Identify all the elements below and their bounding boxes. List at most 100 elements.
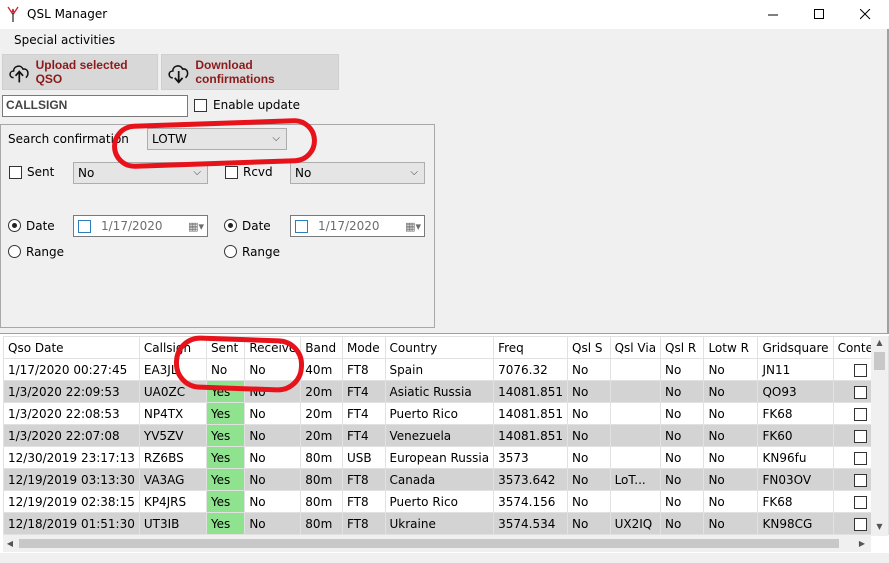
table-cell[interactable]: 80m <box>300 446 343 469</box>
table-cell[interactable] <box>609 380 662 403</box>
upload-selected-qso-button[interactable]: Upload selected QSO <box>2 54 158 90</box>
table-cell[interactable]: FK68 <box>757 490 834 513</box>
table-cell[interactable]: No <box>567 446 611 469</box>
table-cell[interactable]: KN98CG <box>757 512 834 535</box>
table-cell[interactable]: 3573 <box>493 446 568 469</box>
rcvd-select[interactable]: No ⌵ <box>290 162 425 184</box>
table-cell[interactable]: KP4JRS <box>138 490 207 513</box>
contest-checkbox[interactable] <box>854 429 868 443</box>
callsign-input[interactable]: CALLSIGN <box>2 95 188 117</box>
table-cell[interactable]: No <box>567 468 611 491</box>
table-cell[interactable]: Ukraine <box>384 512 495 535</box>
scrollbar-thumb[interactable] <box>874 352 885 370</box>
table-cell[interactable]: YV5ZV <box>138 424 207 447</box>
table-cell[interactable]: FT8 <box>341 512 386 535</box>
table-cell[interactable]: No <box>703 512 759 535</box>
table-cell[interactable]: 20m <box>300 380 343 403</box>
enable-update-checkbox[interactable] <box>194 99 207 112</box>
table-cell[interactable]: 80m <box>300 468 343 491</box>
table-cell[interactable]: 14081.851 <box>493 380 568 403</box>
column-header[interactable]: Mode <box>341 336 386 359</box>
table-row[interactable]: 12/30/2019 23:17:13 RZ6BS Yes No 80m USB Europ… <box>3 446 889 469</box>
table-cell[interactable]: FT8 <box>341 490 386 513</box>
scroll-right-icon[interactable]: ▶ <box>855 535 869 552</box>
table-cell[interactable]: No <box>567 358 611 381</box>
table-cell[interactable]: No <box>660 402 705 425</box>
table-cell[interactable]: No <box>244 490 302 513</box>
column-header[interactable]: Country <box>384 336 495 359</box>
table-cell[interactable]: UX2IQ <box>609 512 662 535</box>
table-cell[interactable]: No <box>703 380 759 403</box>
table-cell[interactable]: FT4 <box>341 402 386 425</box>
table-cell[interactable]: 12/19/2019 02:38:15 <box>3 490 140 513</box>
table-row[interactable]: 1/3/2020 22:08:53 NP4TX Yes No 20m FT4 Puerto … <box>3 402 889 425</box>
table-cell[interactable]: Spain <box>384 358 495 381</box>
table-cell[interactable] <box>609 424 662 447</box>
table-row[interactable]: 1/3/2020 22:07:08 YV5ZV Yes No 20m FT4 Venezue… <box>3 424 889 447</box>
minimize-button[interactable] <box>750 0 796 29</box>
contest-checkbox[interactable] <box>854 517 868 531</box>
table-cell[interactable]: No <box>244 402 302 425</box>
table-cell[interactable]: FT8 <box>341 468 386 491</box>
table-cell[interactable]: 1/3/2020 22:08:53 <box>3 402 140 425</box>
table-cell[interactable]: 3573.642 <box>493 468 568 491</box>
vertical-scrollbar[interactable]: ▲ ▼ <box>871 336 888 536</box>
contest-checkbox[interactable] <box>854 495 868 509</box>
table-row[interactable]: 12/18/2019 01:51:30 UT3IB Yes No 80m FT8 Ukrai… <box>3 512 889 535</box>
rcvd-checkbox[interactable] <box>225 166 238 179</box>
table-cell[interactable]: No <box>660 358 705 381</box>
table-cell[interactable]: LoT... <box>609 468 662 491</box>
table-cell[interactable]: 80m <box>300 512 343 535</box>
column-header[interactable]: Lotw R <box>703 336 759 359</box>
table-cell[interactable]: No <box>703 402 759 425</box>
maximize-button[interactable] <box>796 0 842 29</box>
table-cell[interactable]: No <box>660 380 705 403</box>
table-cell[interactable]: No <box>703 358 759 381</box>
table-cell[interactable]: No <box>567 380 611 403</box>
column-header[interactable]: Qsl Via <box>609 336 662 359</box>
table-cell[interactable]: FT4 <box>341 380 386 403</box>
table-cell[interactable]: QO93 <box>757 380 834 403</box>
table-cell[interactable]: FN03OV <box>757 468 834 491</box>
right-date-checkbox[interactable] <box>295 219 308 233</box>
table-cell[interactable]: 80m <box>300 490 343 513</box>
table-cell[interactable]: No <box>244 468 302 491</box>
left-date-picker[interactable]: 1/17/2020 ▦▾ <box>73 215 208 237</box>
table-cell[interactable] <box>609 358 662 381</box>
left-date-checkbox[interactable] <box>78 219 91 233</box>
left-date-radio[interactable] <box>8 219 21 232</box>
table-cell[interactable]: No <box>703 468 759 491</box>
table-cell[interactable]: FK60 <box>757 424 834 447</box>
table-cell[interactable]: 20m <box>300 424 343 447</box>
table-cell[interactable]: No <box>660 468 705 491</box>
contest-checkbox[interactable] <box>854 385 868 399</box>
sent-checkbox[interactable] <box>9 166 22 179</box>
table-cell[interactable]: VA3AG <box>138 468 207 491</box>
table-cell[interactable]: UT3IB <box>138 512 207 535</box>
contest-checkbox[interactable] <box>854 363 868 377</box>
table-row[interactable]: 1/3/2020 22:09:53 UA0ZC Yes No 20m FT4 Asiatic… <box>3 380 889 403</box>
close-button[interactable] <box>842 0 888 29</box>
table-cell[interactable]: No <box>244 446 302 469</box>
table-cell[interactable]: No <box>567 424 611 447</box>
table-cell[interactable]: Puerto Rico <box>384 402 495 425</box>
table-cell[interactable]: No <box>567 402 611 425</box>
table-cell[interactable] <box>609 490 662 513</box>
column-header[interactable]: Qsl S <box>567 336 611 359</box>
table-cell[interactable]: No <box>567 490 611 513</box>
table-row[interactable]: 12/19/2019 02:38:15 KP4JRS Yes No 80m FT8 Puer… <box>3 490 889 513</box>
table-cell[interactable]: FT4 <box>341 424 386 447</box>
right-range-radio[interactable] <box>224 245 237 258</box>
right-date-radio[interactable] <box>224 219 237 232</box>
table-cell[interactable]: No <box>660 446 705 469</box>
table-cell[interactable]: No <box>703 490 759 513</box>
table-cell[interactable]: No <box>703 424 759 447</box>
menu-special-activities[interactable]: Special activities <box>14 33 115 47</box>
calendar-icon[interactable]: ▦▾ <box>188 220 204 233</box>
table-cell[interactable]: 20m <box>300 402 343 425</box>
table-cell[interactable]: European Russia <box>384 446 495 469</box>
scrollbar-thumb[interactable] <box>19 539 839 548</box>
table-cell[interactable]: 40m <box>300 358 343 381</box>
table-cell[interactable]: Venezuela <box>384 424 495 447</box>
table-cell[interactable]: RZ6BS <box>138 446 207 469</box>
